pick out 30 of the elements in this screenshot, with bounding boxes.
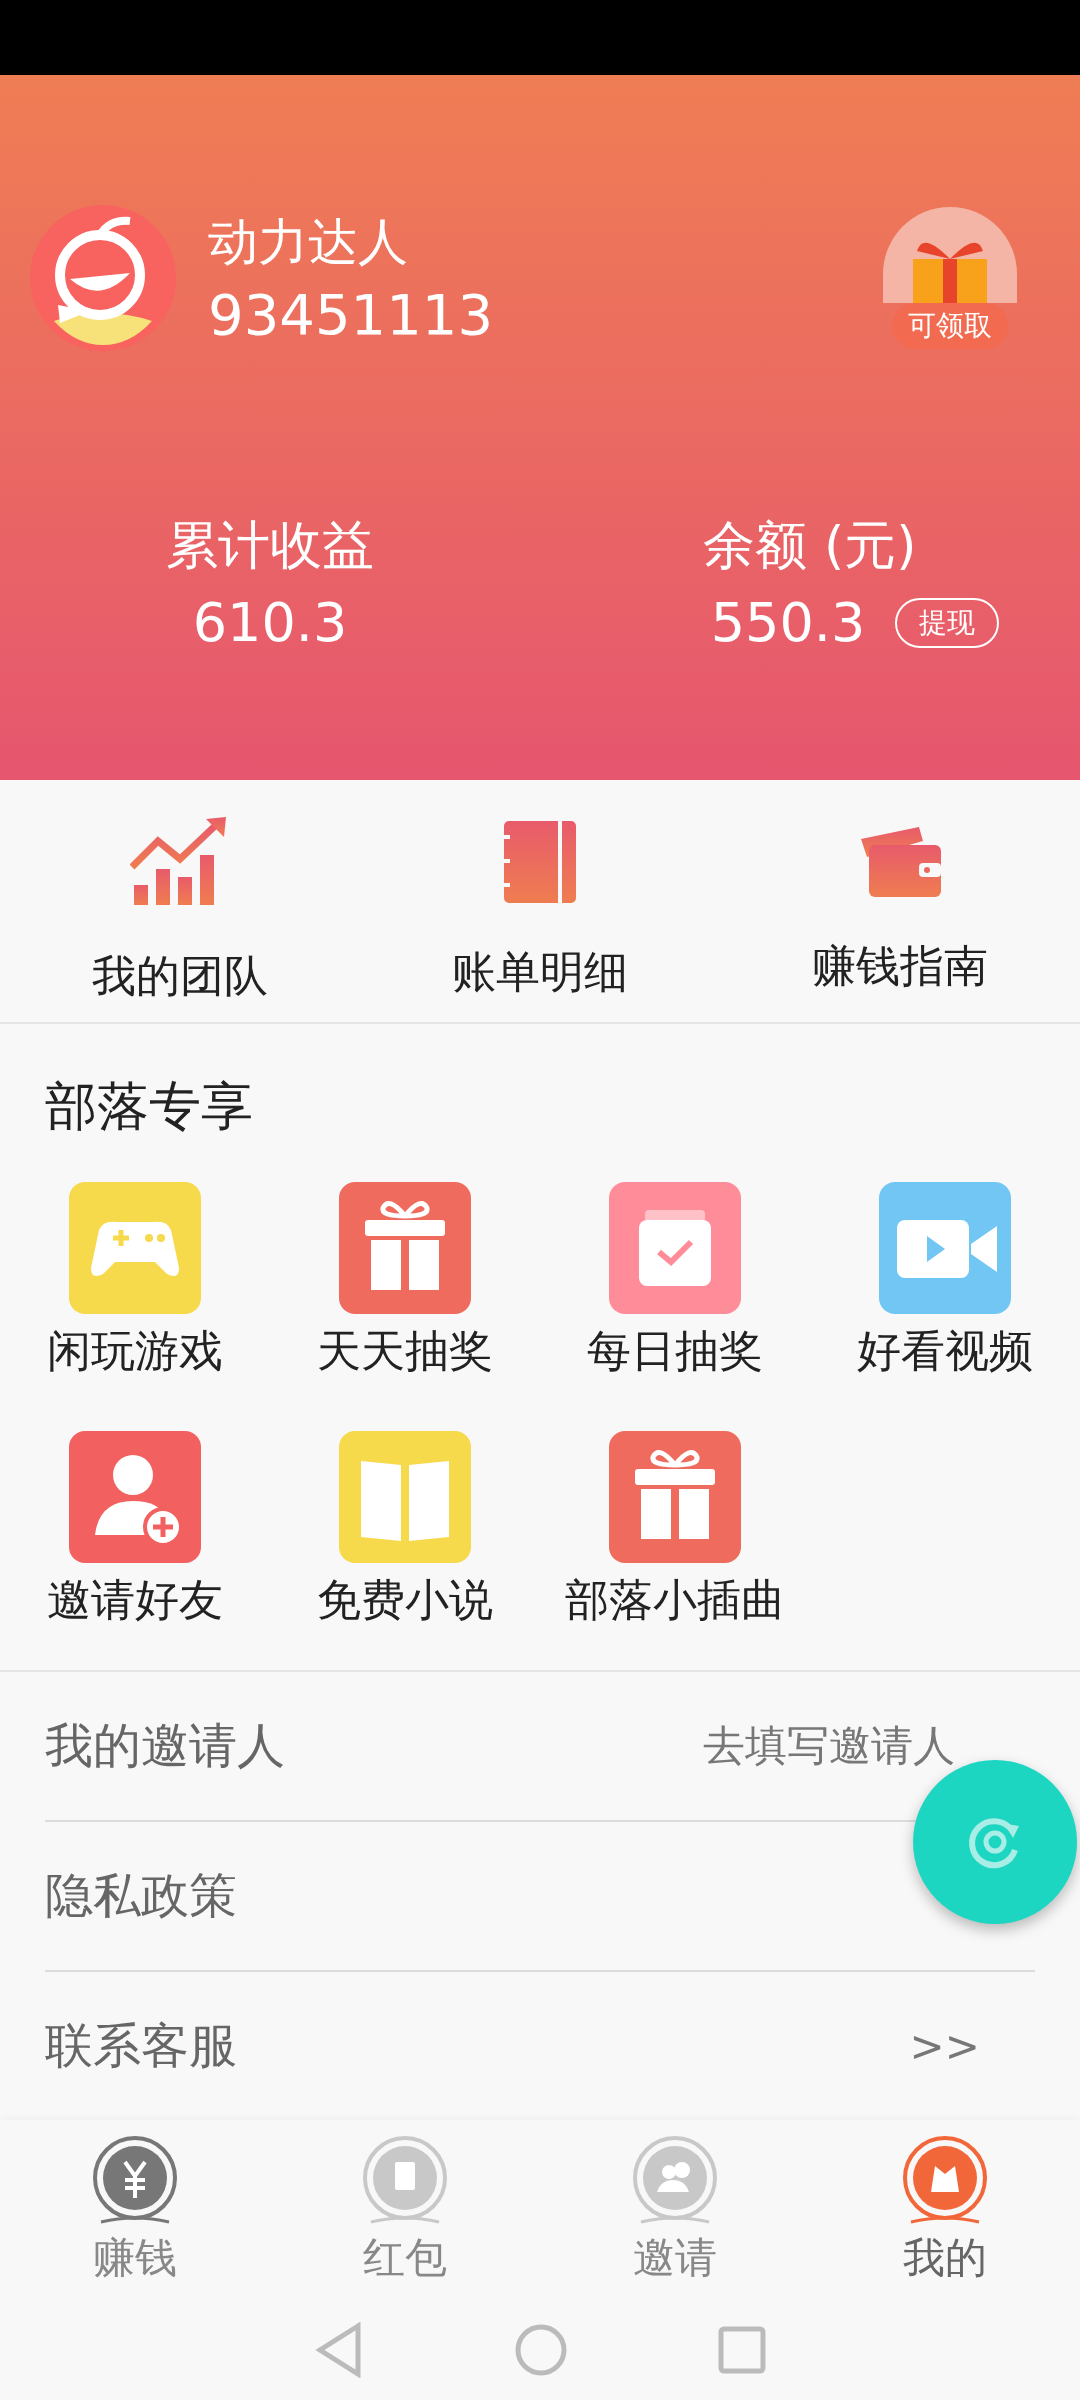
menu-label[interactable]: 我的邀请人 bbox=[45, 1714, 285, 1778]
wallet-icon bbox=[859, 826, 941, 897]
home-icon[interactable] bbox=[514, 2323, 568, 2377]
feature-tile[interactable]: 好看视频 bbox=[810, 1182, 1080, 1381]
feature-tile[interactable]: 邀请好友 bbox=[0, 1431, 270, 1630]
recents-icon[interactable] bbox=[718, 2326, 766, 2374]
user-id: 93451113 bbox=[208, 282, 495, 347]
stat-value: 550.3 bbox=[710, 591, 866, 654]
stat-value: 610.3 bbox=[192, 591, 348, 654]
feature-tile[interactable]: 部落小插曲 bbox=[540, 1431, 810, 1630]
menu-label[interactable]: 隐私政策 bbox=[45, 1864, 237, 1928]
menu-label[interactable]: 联系客服 bbox=[45, 2014, 237, 2078]
feature-tile[interactable]: 每日抽奖 bbox=[540, 1182, 810, 1381]
notebook-icon bbox=[502, 820, 578, 903]
feature-tile[interactable]: 免费小说 bbox=[270, 1431, 540, 1630]
quick-link[interactable]: 赚钱指南 bbox=[720, 780, 1080, 1022]
feature-tile[interactable]: 闲玩游戏 bbox=[0, 1182, 270, 1381]
chevron-text[interactable]: >> bbox=[909, 2021, 980, 2071]
quick-link[interactable]: 我的团队 bbox=[0, 780, 360, 1022]
section-title: 部落专享 bbox=[44, 1075, 254, 1138]
avatar-mascot-icon bbox=[30, 205, 176, 351]
claim-badge: 可领取 bbox=[892, 303, 1008, 349]
back-icon[interactable] bbox=[314, 2322, 364, 2378]
menu-value[interactable]: 去填写邀请人 bbox=[703, 1718, 955, 1774]
gift-icon[interactable] bbox=[883, 207, 1017, 303]
stat-label: 余额 (元) bbox=[703, 514, 917, 577]
stat-label: 累计收益 bbox=[166, 514, 374, 577]
feature-tile[interactable]: 天天抽奖 bbox=[270, 1182, 540, 1381]
user-name: 动力达人 bbox=[208, 212, 409, 273]
quick-link[interactable]: 账单明细 bbox=[360, 780, 720, 1022]
